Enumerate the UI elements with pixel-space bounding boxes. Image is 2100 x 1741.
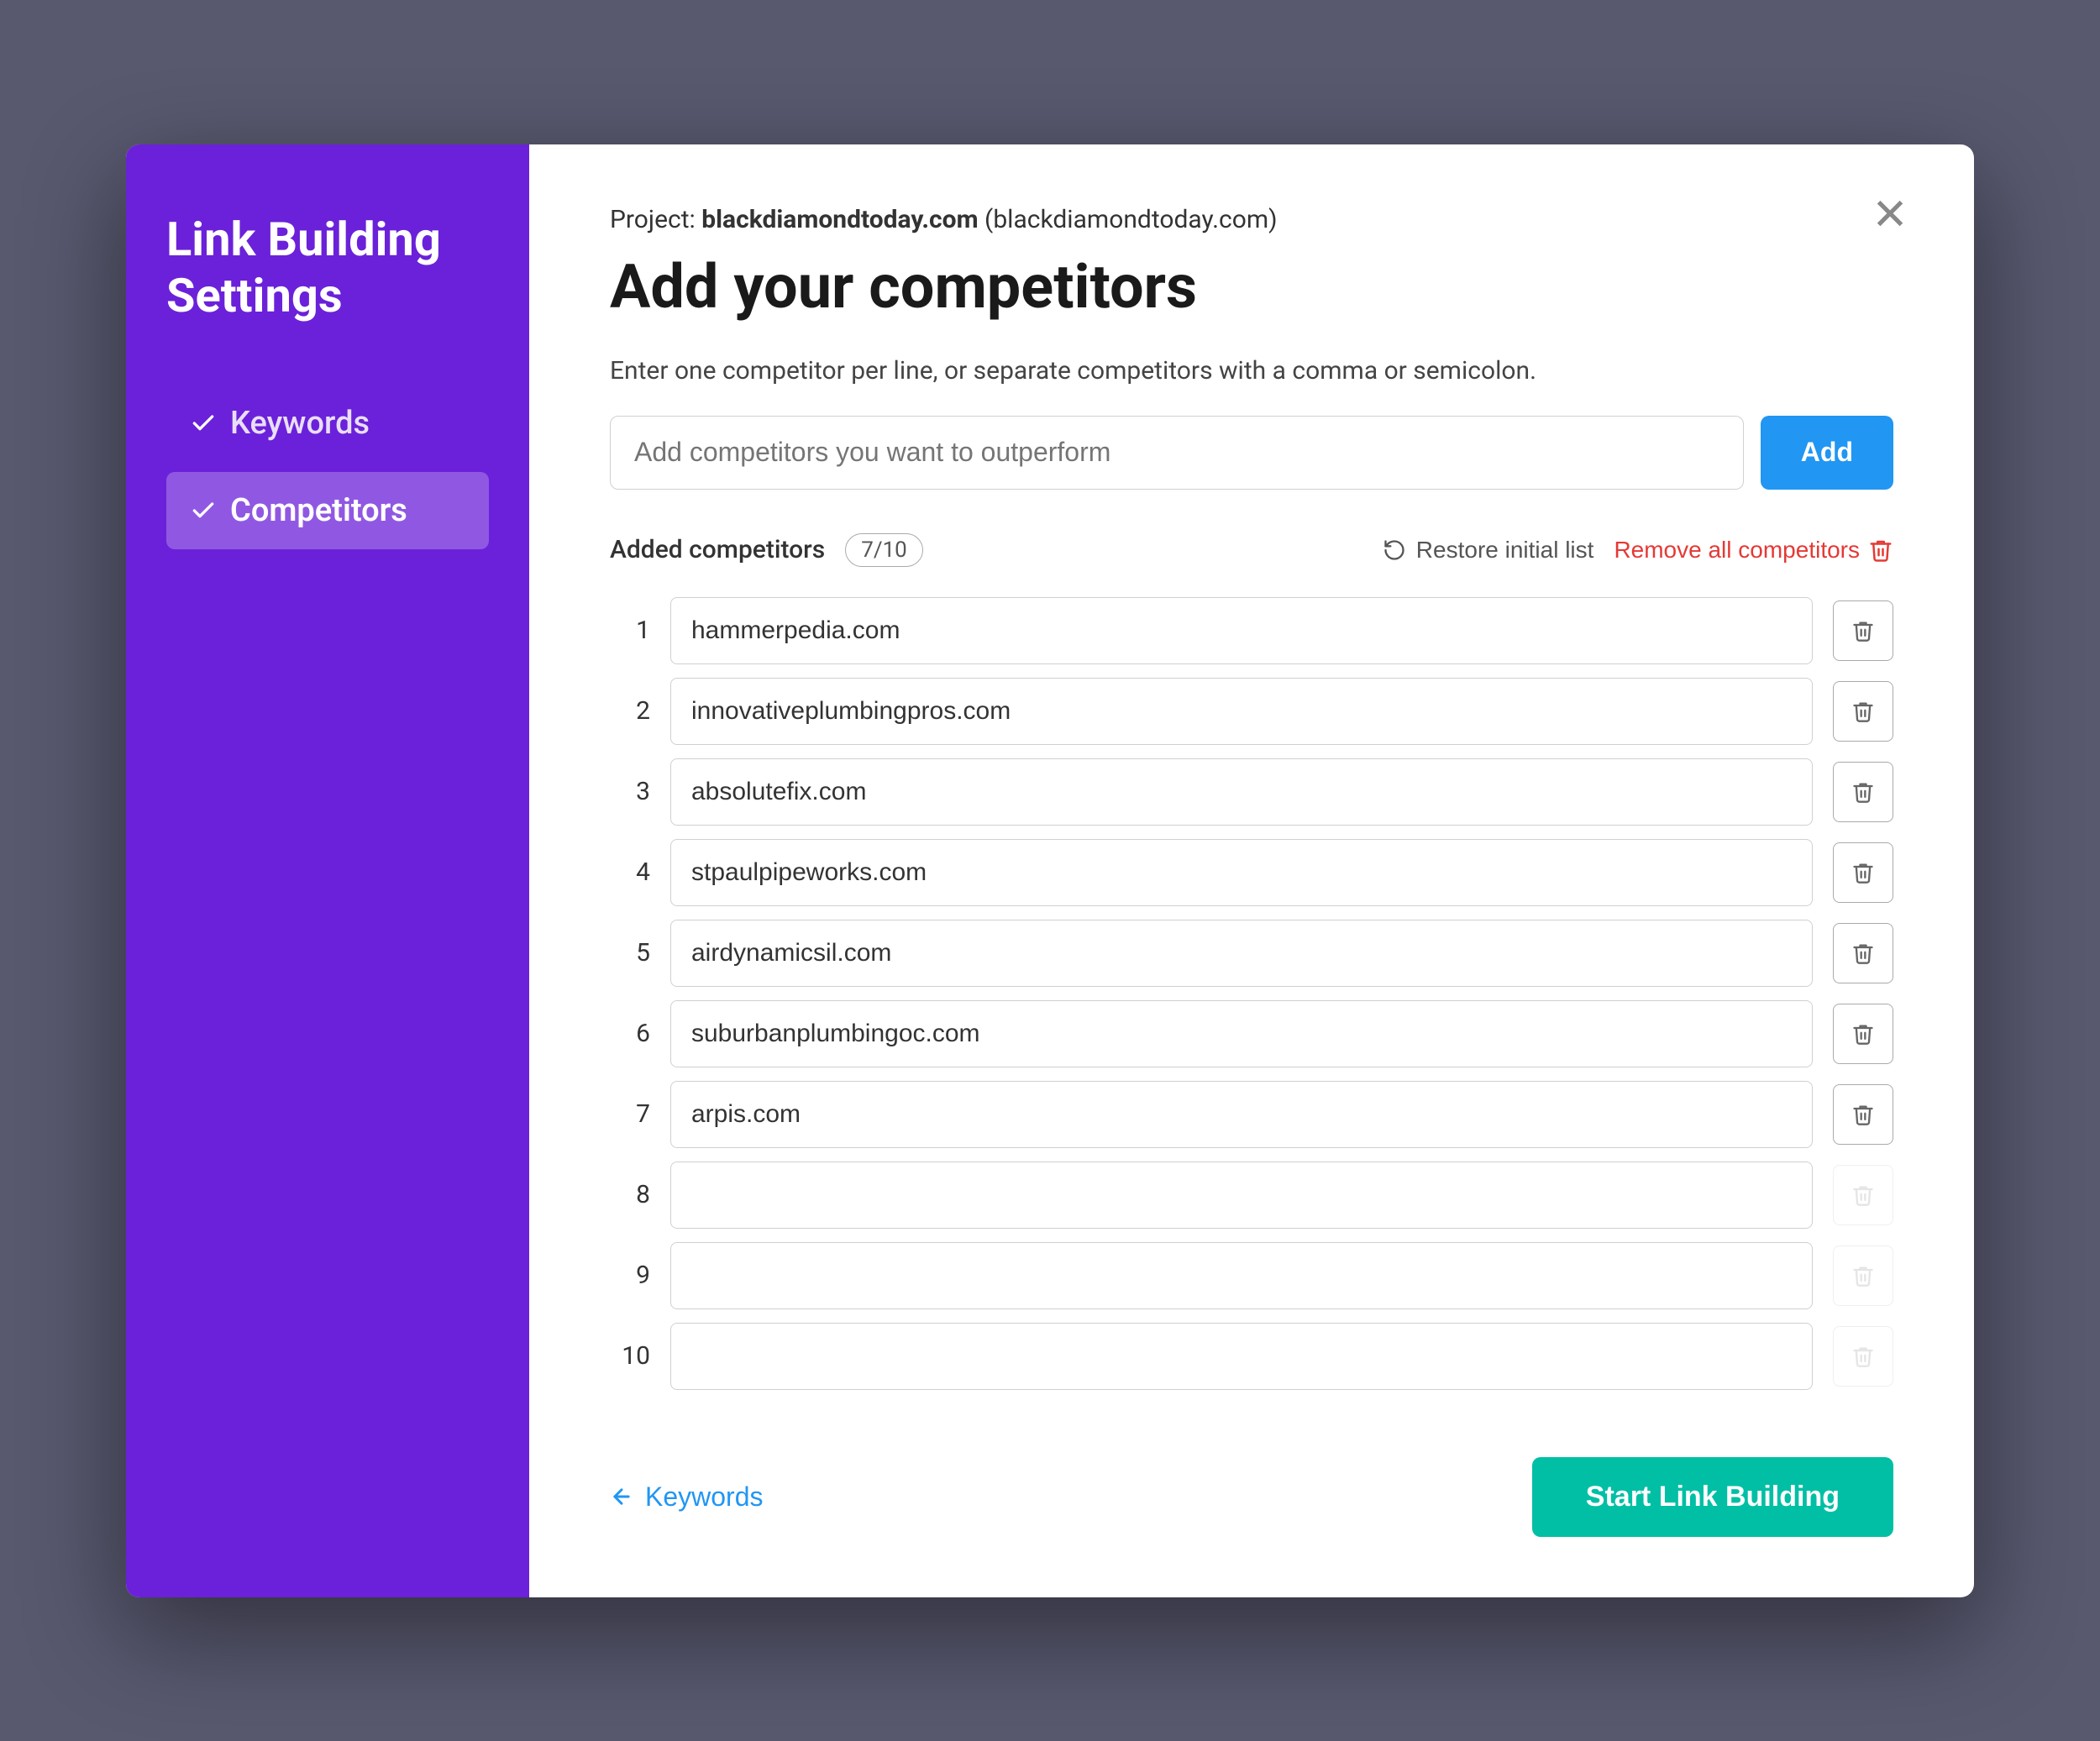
page-title: Add your competitors: [610, 251, 1893, 323]
remove-all-button[interactable]: Remove all competitors: [1614, 537, 1893, 564]
project-name: blackdiamondtoday.com: [701, 205, 978, 234]
project-domain: (blackdiamondtoday.com): [984, 205, 1278, 234]
delete-competitor-8: [1833, 1165, 1893, 1225]
delete-competitor-1[interactable]: [1833, 600, 1893, 661]
sidebar-item-keywords[interactable]: Keywords: [166, 385, 489, 462]
competitor-row-input-3[interactable]: [670, 758, 1813, 826]
competitor-row-input-7[interactable]: [670, 1081, 1813, 1148]
remove-all-label: Remove all competitors: [1614, 537, 1860, 564]
competitor-row-input-1[interactable]: [670, 597, 1813, 664]
competitor-row: 6: [610, 1000, 1893, 1067]
check-icon-competitors: [190, 497, 217, 524]
delete-competitor-7[interactable]: [1833, 1084, 1893, 1145]
row-number-2: 2: [610, 696, 650, 726]
competitor-row: 9: [610, 1242, 1893, 1309]
competitor-row-input-2[interactable]: [670, 678, 1813, 745]
sidebar-title: Link Building Settings: [166, 212, 489, 324]
restore-label: Restore initial list: [1416, 537, 1594, 564]
main-content: ✕ Project: blackdiamondtoday.com (blackd…: [529, 144, 1974, 1597]
delete-competitor-5[interactable]: [1833, 923, 1893, 983]
trash-icon: [1851, 1183, 1875, 1207]
competitor-row-input-9[interactable]: [670, 1242, 1813, 1309]
competitor-row: 7: [610, 1081, 1893, 1148]
sidebar-navigation: Keywords Competitors: [166, 385, 489, 549]
competitor-row: 4: [610, 839, 1893, 906]
competitor-row: 3: [610, 758, 1893, 826]
trash-icon: [1851, 780, 1875, 804]
add-competitor-row: Add: [610, 416, 1893, 490]
competitor-list: 1 2 3 4 5 6: [610, 597, 1893, 1390]
row-number-1: 1: [610, 616, 650, 645]
competitor-row-input-6[interactable]: [670, 1000, 1813, 1067]
trash-icon: [1851, 1264, 1875, 1287]
competitor-row: 5: [610, 920, 1893, 987]
sidebar-competitors-label: Competitors: [230, 492, 407, 529]
trash-icon: [1851, 861, 1875, 884]
row-number-5: 5: [610, 938, 650, 968]
sidebar-keywords-label: Keywords: [230, 405, 370, 442]
trash-icon: [1851, 1103, 1875, 1126]
delete-competitor-6[interactable]: [1833, 1004, 1893, 1064]
competitor-row-input-10[interactable]: [670, 1323, 1813, 1390]
add-button[interactable]: Add: [1761, 416, 1893, 490]
trash-icon: [1851, 700, 1875, 723]
trash-icon: [1851, 941, 1875, 965]
competitor-row-input-4[interactable]: [670, 839, 1813, 906]
arrow-left-icon: [610, 1485, 633, 1508]
added-competitors-label: Added competitors: [610, 535, 825, 564]
row-number-10: 10: [610, 1341, 650, 1371]
row-number-7: 7: [610, 1099, 650, 1129]
competitors-header: Added competitors 7/10 Restore initial l…: [610, 533, 1893, 567]
back-button-label: Keywords: [645, 1481, 764, 1513]
sidebar: Link Building Settings Keywords Competit…: [126, 144, 529, 1597]
competitor-row-input-5[interactable]: [670, 920, 1813, 987]
delete-competitor-9: [1833, 1245, 1893, 1306]
row-number-9: 9: [610, 1261, 650, 1290]
competitor-row: 2: [610, 678, 1893, 745]
competitor-input[interactable]: [610, 416, 1744, 490]
competitor-row: 8: [610, 1162, 1893, 1229]
competitor-row-input-8[interactable]: [670, 1162, 1813, 1229]
restore-icon: [1383, 538, 1406, 562]
delete-competitor-3[interactable]: [1833, 762, 1893, 822]
sidebar-item-competitors[interactable]: Competitors: [166, 472, 489, 549]
instructions-text: Enter one competitor per line, or separa…: [610, 356, 1893, 385]
delete-competitor-2[interactable]: [1833, 681, 1893, 742]
start-link-building-button[interactable]: Start Link Building: [1532, 1457, 1893, 1537]
row-number-6: 6: [610, 1019, 650, 1048]
modal: Link Building Settings Keywords Competit…: [126, 144, 1974, 1597]
row-number-4: 4: [610, 857, 650, 887]
check-icon-keywords: [190, 410, 217, 437]
row-number-8: 8: [610, 1180, 650, 1209]
trash-icon: [1851, 1345, 1875, 1368]
delete-competitor-4[interactable]: [1833, 842, 1893, 903]
competitor-row: 1: [610, 597, 1893, 664]
restore-button[interactable]: Restore initial list: [1383, 537, 1594, 564]
footer: Keywords Start Link Building: [610, 1440, 1893, 1537]
count-badge: 7/10: [845, 533, 923, 567]
trash-icon: [1851, 619, 1875, 642]
close-button[interactable]: ✕: [1860, 185, 1920, 245]
trash-icon-red: [1868, 538, 1893, 563]
competitor-row: 10: [610, 1323, 1893, 1390]
back-button[interactable]: Keywords: [610, 1481, 764, 1513]
row-number-3: 3: [610, 777, 650, 806]
delete-competitor-10: [1833, 1326, 1893, 1387]
project-label: Project: blackdiamondtoday.com (blackdia…: [610, 205, 1893, 234]
trash-icon: [1851, 1022, 1875, 1046]
